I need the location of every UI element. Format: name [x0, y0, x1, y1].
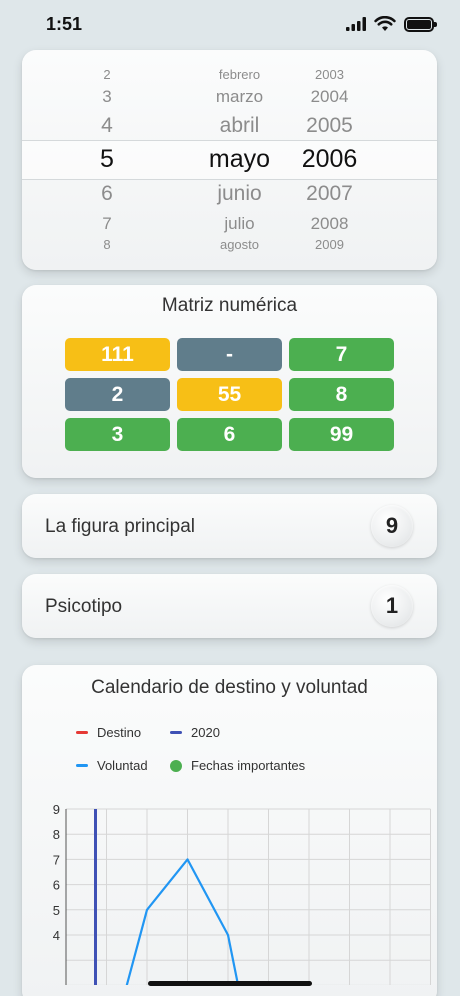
picker-month-column[interactable]: febrero marzo abril mayo junio julio agosto — [177, 50, 302, 270]
picker-year-selected[interactable]: 2006 — [292, 147, 367, 172]
matrix-cell: 111 — [65, 338, 170, 371]
status-bar: 1:51 — [0, 0, 460, 48]
status-time: 1:51 — [46, 14, 83, 34]
picker-day-column[interactable]: 2 3 4 5 6 7 8 — [82, 50, 132, 270]
picker-year-column[interactable]: 2003 2004 2005 2006 2007 2008 2009 — [292, 50, 367, 270]
matrix-cell: 8 — [289, 378, 394, 411]
picker-year-option[interactable]: 2009 — [292, 238, 367, 251]
main-figure-badge: 9 — [371, 505, 413, 547]
matrix-cell: - — [177, 338, 282, 371]
psychotype-label: Psicotipo — [45, 596, 123, 617]
matrix-cell: 55 — [177, 378, 282, 411]
picker-day-option[interactable]: 6 — [82, 183, 132, 204]
picker-day-option[interactable]: 3 — [82, 88, 132, 105]
chart-plot: 9 8 7 6 5 4 — [53, 802, 431, 985]
main-figure-row[interactable]: La figura principal 9 — [22, 494, 437, 558]
picker-month-option[interactable]: febrero — [177, 68, 302, 81]
psychotype-row[interactable]: Psicotipo 1 — [22, 574, 437, 638]
matrix-cell: 6 — [177, 418, 282, 451]
matrix-cell: 2 — [65, 378, 170, 411]
battery-icon — [404, 16, 437, 32]
picker-month-option[interactable]: junio — [177, 183, 302, 204]
matrix-cell: 99 — [289, 418, 394, 451]
picker-year-option[interactable]: 2005 — [292, 115, 367, 136]
picker-day-option[interactable]: 2 — [82, 68, 132, 81]
matrix-cell: 3 — [65, 418, 170, 451]
picker-month-option[interactable]: marzo — [177, 88, 302, 105]
y-tick-label: 6 — [53, 878, 60, 893]
numeric-matrix: 111-7 2 55 8 3 6 99 — [65, 338, 395, 451]
picker-day-selected[interactable]: 5 — [82, 147, 132, 172]
date-picker[interactable]: 2 3 4 5 6 7 8 febrero marzo abril mayo junio julio a… — [22, 50, 437, 270]
matrix-cell: 7 — [289, 338, 394, 371]
picker-year-option[interactable]: 2008 — [292, 215, 367, 232]
status-icons — [346, 16, 437, 32]
psychotype-badge: 1 — [371, 585, 413, 627]
picker-day-option[interactable]: 8 — [82, 238, 132, 251]
destiny-chart-card: Calendario de destino y voluntad Destino… — [22, 665, 437, 996]
main-figure-label: La figura principal — [45, 516, 195, 537]
picker-year-option[interactable]: 2004 — [292, 88, 367, 105]
home-indicator — [148, 981, 312, 986]
picker-day-option[interactable]: 7 — [82, 215, 132, 232]
numeric-matrix-card: Matriz numérica 111-7 2 55 8 3 6 99 — [22, 285, 437, 478]
y-tick-label: 5 — [53, 903, 60, 918]
picker-month-option[interactable]: julio — [177, 215, 302, 232]
voluntad-series-line — [125, 858, 240, 985]
y-tick-label: 4 — [53, 928, 60, 943]
picker-month-option[interactable]: agosto — [177, 238, 302, 251]
picker-year-option[interactable]: 2003 — [292, 68, 367, 81]
picker-year-option[interactable]: 2007 — [292, 183, 367, 204]
picker-month-selected[interactable]: mayo — [177, 147, 302, 172]
signal-bars-icon — [346, 17, 366, 31]
wifi-icon — [374, 16, 396, 31]
matrix-title: Matriz numérica — [161, 295, 298, 316]
y-tick-label: 8 — [53, 827, 60, 842]
picker-day-option[interactable]: 4 — [82, 115, 132, 136]
y-tick-label: 9 — [53, 802, 60, 817]
y-tick-label: 7 — [53, 852, 60, 867]
picker-month-option[interactable]: abril — [177, 115, 302, 136]
